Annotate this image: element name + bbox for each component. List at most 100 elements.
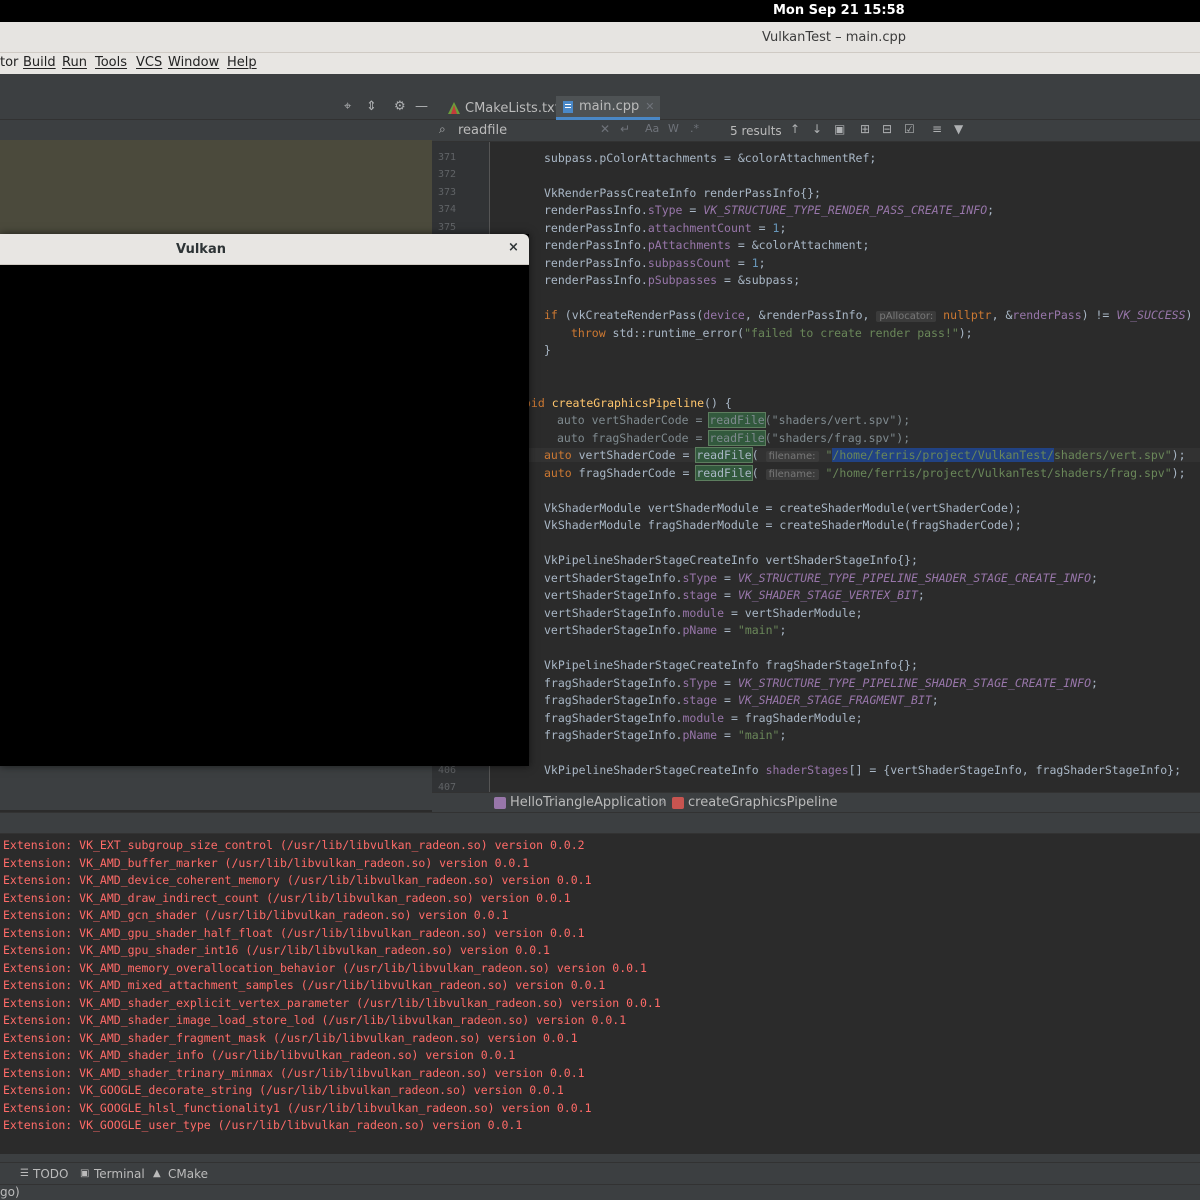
console-scrollbar-area <box>0 1154 1200 1162</box>
tool-window-bar: ☰ TODO ▣ Terminal ▲ CMake <box>0 1162 1200 1184</box>
window-title-bar[interactable]: VulkanTest – main.cpp <box>0 22 1200 53</box>
console-line: Extension: VK_AMD_shader_image_load_stor… <box>3 1013 627 1027</box>
tab-main-cpp[interactable]: main.cpp ✕ <box>556 96 661 120</box>
todo-button[interactable]: TODO <box>33 1167 68 1181</box>
system-top-bar: Mon Sep 21 15:58 <box>0 0 1200 22</box>
parameter-hint: filename: <box>765 469 819 480</box>
code-line: fragShaderStageInfo.pName = "main"; <box>544 728 787 742</box>
vulkan-render-surface[interactable] <box>0 265 529 766</box>
menu-item-window[interactable]: Window <box>168 55 219 70</box>
clear-search-icon[interactable]: ✕ <box>600 122 610 136</box>
new-line-icon[interactable]: ↵ <box>620 122 630 136</box>
menu-item-help[interactable]: Help <box>227 55 257 70</box>
code-line: VkRenderPassCreateInfo renderPassInfo{}; <box>544 186 821 200</box>
close-icon[interactable]: ✕ <box>645 100 654 113</box>
vulkan-app-window[interactable]: Vulkan × <box>0 234 529 766</box>
run-console[interactable]: Extension: VK_EXT_subgroup_size_control … <box>0 834 1200 1154</box>
close-icon[interactable]: × <box>508 240 519 255</box>
breadcrumb-method[interactable]: createGraphicsPipeline <box>688 795 838 810</box>
whole-words-icon[interactable]: W <box>668 122 679 135</box>
terminal-button[interactable]: Terminal <box>94 1167 145 1181</box>
code-line: vertShaderStageInfo.module = vertShaderM… <box>544 606 863 620</box>
code-editor[interactable]: subpass.pColorAttachments = &colorAttach… <box>490 142 1200 792</box>
add-occurrence-icon[interactable]: ⊞ <box>860 122 870 136</box>
select-all-occurrences-icon[interactable]: ▣ <box>834 122 845 136</box>
code-line: VkPipelineShaderStageCreateInfo vertShad… <box>544 553 918 567</box>
clock[interactable]: Mon Sep 21 15:58 <box>773 3 905 18</box>
menu-item-run[interactable]: Run <box>62 55 87 70</box>
code-line: VkShaderModule vertShaderModule = create… <box>544 501 1022 515</box>
console-line: Extension: VK_GOOGLE_decorate_string (/u… <box>3 1083 564 1097</box>
menu-item-tools[interactable]: Tools <box>95 55 127 70</box>
console-line: Extension: VK_AMD_memory_overallocation_… <box>3 961 647 975</box>
line-number: 371 <box>437 152 456 163</box>
collapse-icon[interactable]: ⇕ <box>366 99 377 114</box>
console-line: Extension: VK_AMD_device_coherent_memory… <box>3 873 592 887</box>
console-line: Extension: VK_AMD_shader_info (/usr/lib/… <box>3 1048 516 1062</box>
cmake-icon: ▲ <box>153 1168 161 1179</box>
search-results-count: 5 results <box>730 124 782 138</box>
code-line-current: auto vertShaderCode = readFile( filename… <box>490 447 1200 463</box>
code-line: } <box>544 343 551 357</box>
arrow-up-icon[interactable]: ↑ <box>790 122 800 136</box>
crosshair-icon[interactable]: ⌖ <box>344 99 351 114</box>
remove-occurrence-icon[interactable]: ⊟ <box>882 122 892 136</box>
menu-item-vcs[interactable]: VCS <box>136 55 162 70</box>
window-title: VulkanTest – main.cpp <box>762 30 906 45</box>
line-number: 373 <box>437 187 456 198</box>
select-all-icon[interactable]: ☑ <box>904 122 915 136</box>
arrow-down-icon[interactable]: ↓ <box>812 122 822 136</box>
console-line: Extension: VK_AMD_shader_trinary_minmax … <box>3 1066 585 1080</box>
console-line: Extension: VK_EXT_subgroup_size_control … <box>3 838 585 852</box>
code-line: oid createGraphicsPipeline() { <box>524 396 732 410</box>
parameter-hint: filename: <box>765 451 819 462</box>
code-line: renderPassInfo.pAttachments = &colorAtta… <box>544 238 870 252</box>
tab-label: CMakeLists.txt <box>465 100 560 116</box>
menu-item-build[interactable]: Build <box>23 55 56 70</box>
line-number: 372 <box>437 169 456 180</box>
console-line: Extension: VK_AMD_shader_explicit_vertex… <box>3 996 661 1010</box>
code-line: vertShaderStageInfo.pName = "main"; <box>544 623 787 637</box>
line-number: 407 <box>437 782 456 792</box>
search-icon[interactable]: ⌕ <box>439 122 446 137</box>
gear-icon[interactable]: ⚙ <box>394 99 406 114</box>
settings-list-icon[interactable]: ≡ <box>932 122 942 136</box>
console-line: Extension: VK_GOOGLE_hlsl_functionality1… <box>3 1101 592 1115</box>
filter-icon[interactable]: ▼ <box>954 122 963 136</box>
match-case-icon[interactable]: Aa <box>645 122 659 135</box>
parameter-hint: pAllocator: <box>876 311 937 322</box>
code-line: vertShaderStageInfo.stage = VK_SHADER_ST… <box>544 588 925 602</box>
code-line: subpass.pColorAttachments = &colorAttach… <box>544 151 877 165</box>
menu-bar: tor Build Run Tools VCS Window Help <box>0 53 1200 74</box>
console-line: Extension: VK_GOOGLE_user_type (/usr/lib… <box>3 1118 523 1132</box>
console-line: Extension: VK_AMD_buffer_marker (/usr/li… <box>3 856 530 870</box>
cpp-file-icon <box>562 100 574 113</box>
vulkan-window-title-bar[interactable]: Vulkan × <box>0 234 529 265</box>
code-line: VkPipelineShaderStageCreateInfo fragShad… <box>544 658 918 672</box>
search-input[interactable]: readfile <box>458 123 507 138</box>
vulkan-window-title: Vulkan <box>176 242 226 257</box>
console-line: Extension: VK_AMD_gpu_shader_half_float … <box>3 926 585 940</box>
regex-icon[interactable]: .* <box>690 122 699 135</box>
code-line: VkPipelineShaderStageCreateInfo shaderSt… <box>544 763 1181 777</box>
project-tree-selection[interactable] <box>0 140 432 235</box>
code-line: auto vertShaderCode = readFile("shaders/… <box>557 412 911 428</box>
code-line: auto fragShaderCode = readFile("shaders/… <box>557 430 911 446</box>
console-line: Extension: VK_AMD_shader_fragment_mask (… <box>3 1031 578 1045</box>
code-line: fragShaderStageInfo.module = fragShaderM… <box>544 711 863 725</box>
menu-item-navigate[interactable]: tor <box>0 55 18 70</box>
find-bar: ⌕ readfile ✕ ↵ Aa W .* 5 results ↑ ↓ ▣ ⊞… <box>432 120 1200 142</box>
project-pane-toolbar: ⌖ ⇕ ⚙ — <box>0 96 432 120</box>
hide-icon[interactable]: — <box>415 99 428 114</box>
code-line: renderPassInfo.sType = VK_STRUCTURE_TYPE… <box>544 203 995 217</box>
breadcrumb-class[interactable]: HelloTriangleApplication <box>510 795 667 810</box>
code-line: fragShaderStageInfo.sType = VK_STRUCTURE… <box>544 676 1098 690</box>
code-line: renderPassInfo.attachmentCount = 1; <box>544 221 787 235</box>
list-icon: ☰ <box>20 1168 29 1179</box>
cmake-button[interactable]: CMake <box>168 1167 208 1181</box>
console-line: Extension: VK_AMD_gpu_shader_int16 (/usr… <box>3 943 550 957</box>
tab-label: main.cpp <box>579 99 640 114</box>
code-line: renderPassInfo.subpassCount = 1; <box>544 256 766 270</box>
line-number: 406 <box>437 765 456 776</box>
run-tool-window-header <box>0 812 1200 834</box>
